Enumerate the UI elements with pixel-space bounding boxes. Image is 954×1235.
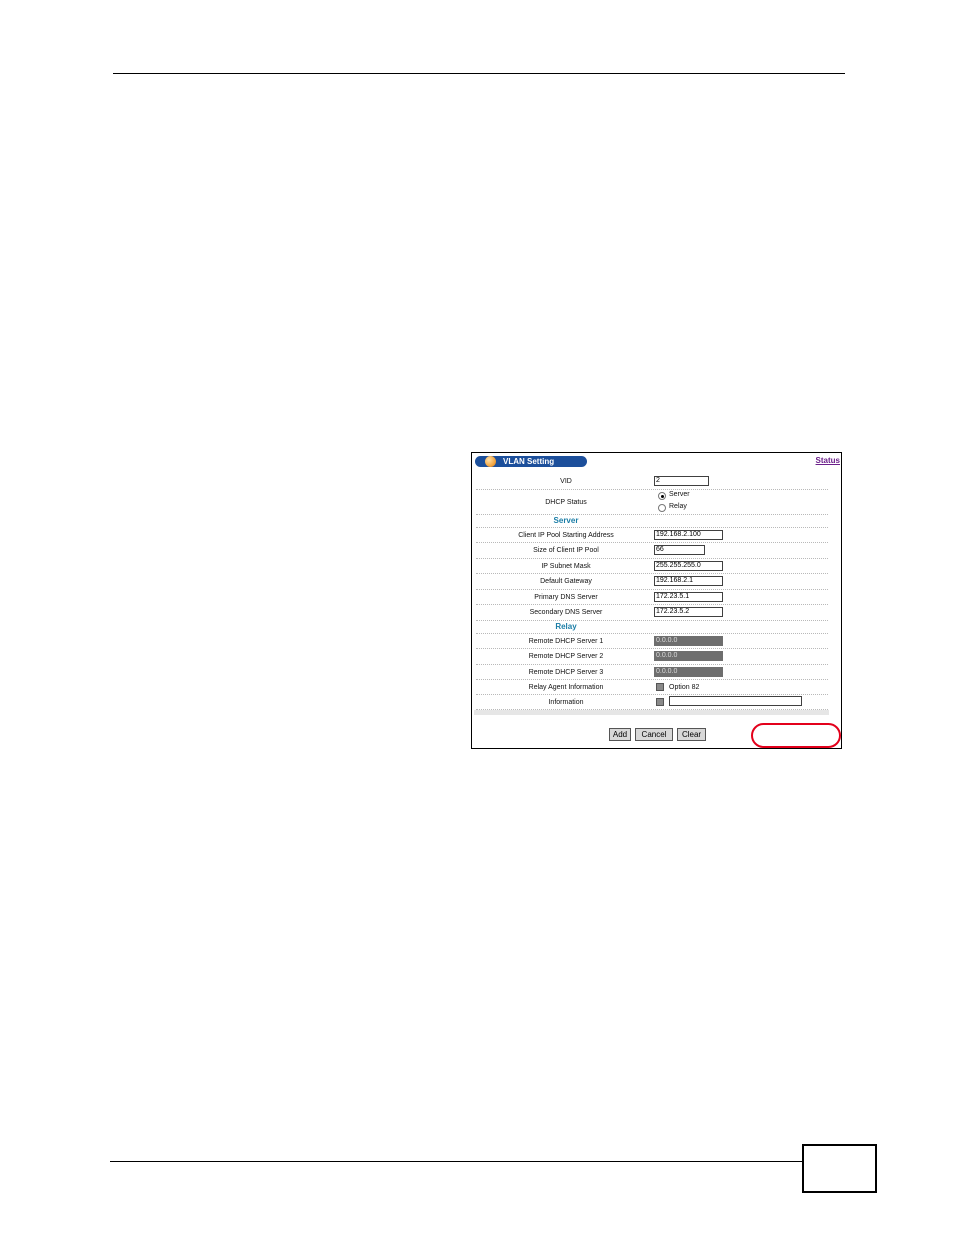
secondary-dns-row: Secondary DNS Server 172.23.5.2 bbox=[476, 605, 828, 621]
subnet-mask-row: IP Subnet Mask 255.255.255.0 bbox=[476, 559, 828, 574]
cancel-button[interactable]: Cancel bbox=[635, 728, 673, 741]
remote-dhcp-3-row: Remote DHCP Server 3 0.0.0.0 bbox=[476, 665, 828, 680]
status-link[interactable]: Status bbox=[816, 456, 840, 465]
remote-dhcp-3-input[interactable]: 0.0.0.0 bbox=[654, 667, 723, 677]
title-bar: VLAN Setting bbox=[475, 456, 587, 467]
option82-checkbox[interactable] bbox=[656, 683, 664, 691]
window-title: VLAN Setting bbox=[503, 457, 555, 466]
remote-dhcp-3-label: Remote DHCP Server 3 bbox=[528, 669, 604, 676]
information-label: Information bbox=[548, 699, 584, 706]
gateway-label: Default Gateway bbox=[540, 578, 592, 585]
information-row: Information bbox=[476, 695, 828, 710]
dhcp-server-label: Server bbox=[669, 491, 690, 498]
pool-size-label: Size of Client IP Pool bbox=[533, 547, 599, 554]
pool-start-input[interactable]: 192.168.2.100 bbox=[654, 530, 723, 540]
relay-agent-row: Relay Agent Information Option 82 bbox=[476, 680, 828, 695]
relay-heading: Relay bbox=[555, 622, 577, 631]
dhcp-status-row: DHCP Status Server Relay bbox=[476, 490, 828, 515]
header-rule bbox=[113, 73, 845, 74]
vid-row: VID 2 bbox=[476, 473, 828, 490]
dhcp-server-radio[interactable] bbox=[658, 492, 666, 500]
dhcp-relay-radio[interactable] bbox=[658, 504, 666, 512]
vlan-form: VID 2 DHCP Status Server Relay Server Cl… bbox=[474, 471, 829, 715]
relay-heading-row: Relay bbox=[476, 621, 828, 634]
secondary-dns-label: Secondary DNS Server bbox=[529, 609, 603, 616]
primary-dns-label: Primary DNS Server bbox=[534, 594, 598, 601]
footer-rule bbox=[110, 1161, 802, 1162]
dhcp-status-label: DHCP Status bbox=[545, 499, 587, 506]
title-orb-icon bbox=[485, 456, 496, 467]
vid-input[interactable]: 2 bbox=[654, 476, 709, 486]
primary-dns-input[interactable]: 172.23.5.1 bbox=[654, 592, 723, 602]
remote-dhcp-1-label: Remote DHCP Server 1 bbox=[528, 638, 604, 645]
remote-dhcp-2-row: Remote DHCP Server 2 0.0.0.0 bbox=[476, 649, 828, 665]
primary-dns-row: Primary DNS Server 172.23.5.1 bbox=[476, 590, 828, 605]
vlan-setting-screenshot: VLAN Setting Status VID 2 DHCP Status Se… bbox=[471, 452, 842, 749]
pool-start-row: Client IP Pool Starting Address 192.168.… bbox=[476, 528, 828, 543]
gateway-row: Default Gateway 192.168.2.1 bbox=[476, 574, 828, 590]
highlight-oval bbox=[751, 723, 841, 748]
server-heading-row: Server bbox=[476, 515, 828, 528]
add-button[interactable]: Add bbox=[609, 728, 631, 741]
option82-label: Option 82 bbox=[669, 684, 700, 691]
pool-size-row: Size of Client IP Pool 66 bbox=[476, 543, 828, 559]
remote-dhcp-1-row: Remote DHCP Server 1 0.0.0.0 bbox=[476, 634, 828, 649]
vid-label: VID bbox=[560, 478, 572, 485]
information-checkbox[interactable] bbox=[656, 698, 664, 706]
form-bottom-bar bbox=[474, 710, 829, 715]
page-number-box bbox=[802, 1144, 877, 1193]
secondary-dns-input[interactable]: 172.23.5.2 bbox=[654, 607, 723, 617]
remote-dhcp-2-input[interactable]: 0.0.0.0 bbox=[654, 651, 723, 661]
remote-dhcp-2-label: Remote DHCP Server 2 bbox=[528, 653, 604, 660]
subnet-mask-label: IP Subnet Mask bbox=[541, 563, 591, 570]
subnet-mask-input[interactable]: 255.255.255.0 bbox=[654, 561, 723, 571]
remote-dhcp-1-input[interactable]: 0.0.0.0 bbox=[654, 636, 723, 646]
clear-button[interactable]: Clear bbox=[677, 728, 706, 741]
pool-start-label: Client IP Pool Starting Address bbox=[518, 532, 614, 539]
gateway-input[interactable]: 192.168.2.1 bbox=[654, 576, 723, 586]
information-input[interactable] bbox=[669, 696, 802, 706]
dhcp-relay-label: Relay bbox=[669, 503, 687, 510]
pool-size-input[interactable]: 66 bbox=[654, 545, 705, 555]
server-heading: Server bbox=[553, 516, 579, 525]
relay-agent-label: Relay Agent Information bbox=[528, 684, 604, 691]
